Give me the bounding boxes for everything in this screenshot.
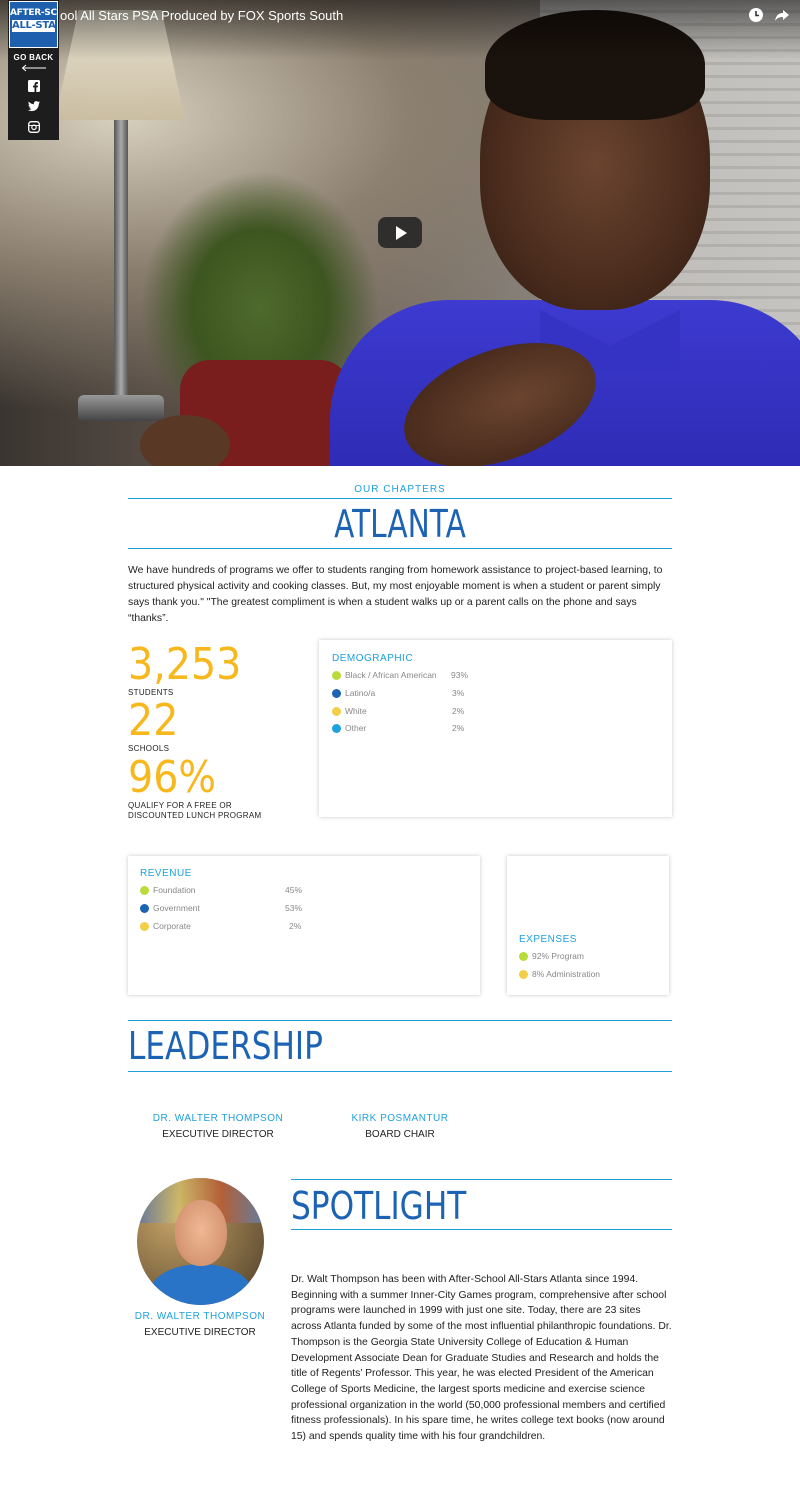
leader-role: BOARD CHAIR xyxy=(365,1129,435,1140)
logo-line-2: ALL-STARS xyxy=(12,20,57,32)
legend-item: Other xyxy=(332,723,366,733)
legend-label: 8% Administration xyxy=(532,969,601,979)
chapter-intro: We have hundreds of programs we offer to… xyxy=(128,565,663,624)
video-title[interactable]: ool All Stars PSA Produced by FOX Sports… xyxy=(60,8,343,23)
divider xyxy=(291,1229,672,1230)
stat-value: 96% xyxy=(128,752,217,803)
legend-dot xyxy=(332,723,341,733)
spotlight-role: EXECUTIVE DIRECTOR xyxy=(144,1327,256,1338)
legend-label: Other xyxy=(345,723,367,733)
section-eyebrow: OUR CHAPTERS xyxy=(354,484,446,495)
card-title: DEMOGRAPHIC xyxy=(332,653,414,664)
legend-item: Latino/a xyxy=(332,688,375,698)
leader-name: KIRK POSMANTUR xyxy=(351,1113,449,1124)
share-icon[interactable] xyxy=(774,7,790,23)
play-icon[interactable] xyxy=(378,217,422,248)
facebook-icon[interactable] xyxy=(28,80,40,92)
legend-value: 53% xyxy=(285,903,303,913)
twitter-icon[interactable] xyxy=(28,100,40,112)
legend-dot xyxy=(332,706,341,716)
stat-schools: 22 SCHOOLS xyxy=(128,699,184,754)
avatar-face xyxy=(175,1200,227,1266)
legend-label: Government xyxy=(153,903,200,913)
legend-label: 92% Program xyxy=(532,951,584,961)
spotlight-bio: Dr. Walt Thompson has been with After-Sc… xyxy=(291,1274,672,1443)
legend-label: Foundation xyxy=(153,885,196,895)
leader-name: DR. WALTER THOMPSON xyxy=(152,1113,284,1124)
legend-item: Foundation xyxy=(140,885,196,895)
chapter-title: ATLANTA xyxy=(334,502,466,546)
leader-card[interactable]: DR. WALTER THOMPSON EXECUTIVE DIRECTOR xyxy=(128,1113,308,1140)
avatar xyxy=(137,1178,264,1305)
legend-value: 45% xyxy=(285,885,303,895)
clock-icon[interactable] xyxy=(748,7,764,23)
legend-item: Corporate xyxy=(140,921,191,931)
card-title: REVENUE xyxy=(140,868,192,879)
go-back-link[interactable]: GO BACK xyxy=(8,53,59,62)
legend-label: White xyxy=(345,706,367,716)
stat-value: 3,253 xyxy=(128,639,242,690)
legend-item: Black / African American xyxy=(332,670,437,680)
video-frame-lamp-pole xyxy=(114,120,128,410)
leader-card[interactable]: KIRK POSMANTUR BOARD CHAIR xyxy=(320,1113,480,1140)
video-frame-hand-left xyxy=(140,415,230,466)
avatar-shirt xyxy=(149,1264,253,1305)
site-logo[interactable]: AFTER-SCHOOL ALL-STARS xyxy=(9,1,58,48)
leadership-title: LEADERSHIP xyxy=(128,1024,323,1068)
stat-lunch: 96% QUALIFY FOR A FREE OR DISCOUNTED LUN… xyxy=(128,756,278,821)
expenses-card: EXPENSES 92% Program 8% Administration xyxy=(507,856,669,995)
legend-dot xyxy=(332,670,341,680)
card-title: EXPENSES xyxy=(519,934,577,945)
logo-line-1: AFTER-SCHOOL xyxy=(10,8,57,18)
legend-label: Corporate xyxy=(153,921,191,931)
divider xyxy=(128,548,672,549)
legend-item: White xyxy=(332,706,367,716)
legend-value: 3% xyxy=(452,688,465,698)
divider xyxy=(128,1071,672,1072)
divider xyxy=(291,1179,672,1180)
spotlight-name: DR. WALTER THOMPSON xyxy=(134,1311,266,1322)
legend-value: 2% xyxy=(452,706,465,716)
video-player[interactable]: ool All Stars PSA Produced by FOX Sports… xyxy=(0,0,800,466)
legend-dot xyxy=(140,903,149,913)
legend-dot xyxy=(332,688,341,698)
legend-value: 2% xyxy=(452,723,465,733)
legend-dot xyxy=(140,885,149,895)
legend-item: Government xyxy=(140,903,200,913)
spotlight-person: DR. WALTER THOMPSON EXECUTIVE DIRECTOR xyxy=(120,1311,280,1338)
legend-dot xyxy=(519,969,528,979)
divider xyxy=(128,498,672,499)
stat-label: QUALIFY FOR A FREE OR DISCOUNTED LUNCH P… xyxy=(128,801,262,820)
side-nav: AFTER-SCHOOL ALL-STARS GO BACK xyxy=(8,0,59,140)
divider xyxy=(128,1020,672,1021)
back-arrow-icon[interactable] xyxy=(21,64,46,72)
legend-value: 2% xyxy=(289,921,302,931)
legend-value: 93% xyxy=(451,670,469,680)
legend-label: Black / African American xyxy=(345,670,437,680)
legend-item: 92% Program xyxy=(519,951,584,961)
legend-dot xyxy=(140,921,149,931)
instagram-icon[interactable] xyxy=(28,121,40,133)
spotlight-title: SPOTLIGHT xyxy=(291,1184,467,1228)
revenue-card: REVENUE Foundation 45% Government 53% Co… xyxy=(128,856,480,995)
leader-role: EXECUTIVE DIRECTOR xyxy=(162,1129,274,1140)
video-actions xyxy=(748,7,790,23)
legend-label: Latino/a xyxy=(345,688,376,698)
legend-dot xyxy=(519,951,528,961)
demographic-card: DEMOGRAPHIC Black / African American 93%… xyxy=(319,640,672,817)
legend-item: 8% Administration xyxy=(519,969,600,979)
stat-value: 22 xyxy=(128,695,179,746)
stat-students: 3,253 STUDENTS xyxy=(128,643,254,698)
